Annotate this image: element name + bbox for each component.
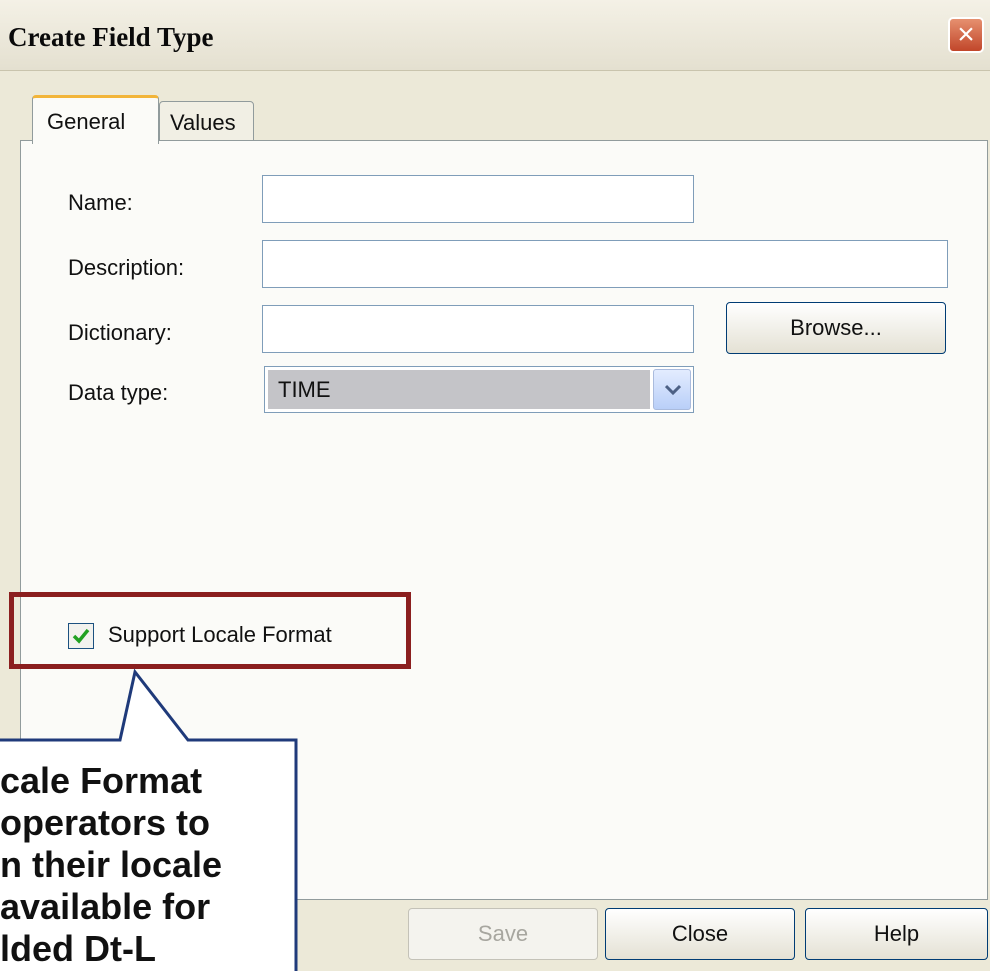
tab-general[interactable]: General	[32, 95, 159, 144]
callout-line: n their locale	[0, 844, 223, 885]
callout-line: cale Format	[0, 760, 203, 801]
callout-line: operators to	[0, 802, 211, 843]
callout-line: available for	[0, 886, 211, 927]
callout-line: lded Dt-L	[0, 928, 156, 969]
callout-text: cale Format operators to n their locale …	[0, 752, 296, 971]
